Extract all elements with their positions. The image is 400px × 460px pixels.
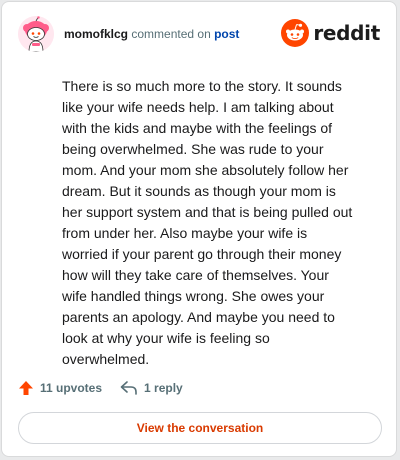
comment-actions: 11 upvotes 1 reply: [18, 378, 183, 398]
snoo-avatar-icon: [18, 16, 54, 52]
reddit-snoo-logo-icon: [281, 19, 310, 47]
reply-count: 1 reply: [144, 381, 183, 395]
reply-button[interactable]: 1 reply: [120, 380, 183, 396]
comment-body: There is so much more to the story. It s…: [62, 78, 353, 367]
upvote-arrow-icon: [19, 381, 33, 395]
post-link[interactable]: post: [214, 27, 239, 41]
upvote-button[interactable]: 11 upvotes: [18, 380, 102, 396]
view-conversation-button[interactable]: View the conversation: [18, 412, 382, 444]
user-avatar[interactable]: [18, 16, 54, 52]
comment-card: momofklcg commented on post reddit There…: [1, 1, 397, 457]
comment-header: momofklcg commented on post reddit: [18, 16, 380, 52]
reddit-logo[interactable]: reddit: [281, 18, 380, 48]
upvote-count: 11 upvotes: [40, 381, 103, 395]
username-link[interactable]: momofklcg: [64, 27, 128, 41]
reply-arrow-icon: [120, 381, 137, 395]
comment-meta: momofklcg commented on post: [64, 26, 239, 42]
reddit-wordmark: reddit: [313, 21, 380, 45]
commented-on-text: commented on: [131, 27, 211, 41]
